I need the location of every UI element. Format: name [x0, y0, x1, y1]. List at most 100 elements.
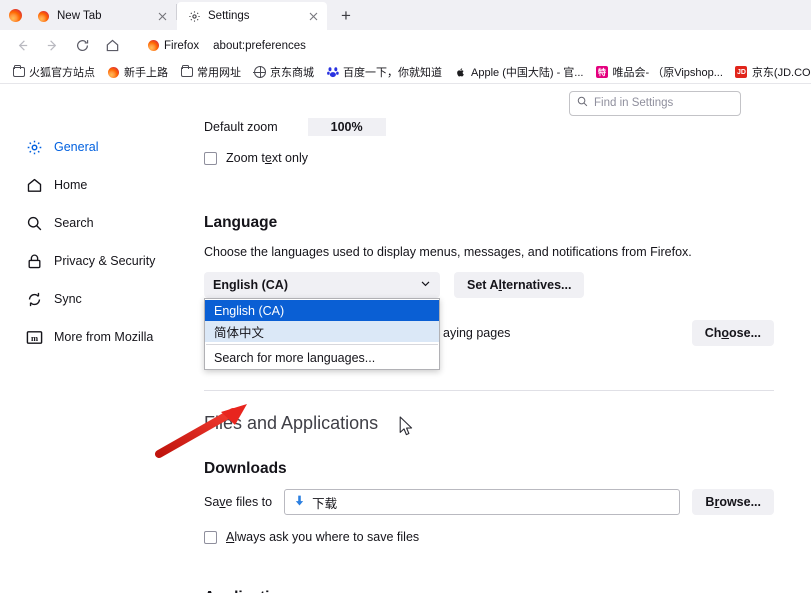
- language-section: Language Choose the languages used to di…: [204, 214, 811, 370]
- download-arrow-icon: [294, 495, 305, 509]
- baidu-paw-icon: [326, 66, 339, 79]
- firefox-logo-icon: [107, 66, 120, 79]
- address-bar[interactable]: Firefox about:preferences: [144, 33, 803, 59]
- vipshop-glyph: 特: [595, 66, 608, 78]
- home-button[interactable]: [98, 33, 126, 59]
- settings-sidebar: General Home Search Privacy & Security S…: [0, 122, 190, 593]
- url-text[interactable]: about:preferences: [205, 40, 306, 52]
- bookmark-item[interactable]: 火狐官方站点: [6, 62, 101, 82]
- site-identity-chip[interactable]: Firefox: [144, 37, 206, 54]
- firefox-app-icon: [4, 0, 26, 30]
- bookmark-label: 常用网址: [197, 67, 241, 79]
- files-and-applications-section: Files and Applications Downloads Save fi…: [204, 413, 811, 593]
- sidebar-item-label: Search: [54, 216, 94, 230]
- bookmark-item[interactable]: 百度一下，你就知道: [320, 62, 448, 82]
- always-ask-label: Always ask you where to save files: [226, 530, 420, 544]
- close-icon[interactable]: [154, 8, 170, 24]
- jd-icon: JD: [735, 66, 748, 79]
- navigation-toolbar: Firefox about:preferences: [0, 30, 811, 61]
- language-option-search-more[interactable]: Search for more languages...: [205, 347, 439, 368]
- plus-icon: +: [341, 5, 351, 25]
- language-dropdown-menu[interactable]: English (CA) 简体中文 Search for more langua…: [204, 298, 440, 370]
- search-placeholder: Find in Settings: [594, 97, 674, 109]
- always-ask-row[interactable]: Always ask you where to save files: [204, 530, 811, 544]
- svg-text:m: m: [31, 333, 38, 343]
- gear-icon: [187, 9, 201, 23]
- bookmark-label: 火狐官方站点: [29, 67, 95, 79]
- bookmark-label: 京东商城: [270, 67, 314, 79]
- browser-window: New Tab Settings + Firefox about:prefere…: [0, 0, 811, 593]
- sidebar-item-search[interactable]: Search: [0, 204, 190, 242]
- section-divider: [204, 390, 774, 391]
- jd-glyph: JD: [735, 66, 748, 78]
- forward-button[interactable]: [38, 33, 66, 59]
- search-input[interactable]: Find in Settings: [569, 90, 741, 116]
- bookmark-item[interactable]: 常用网址: [174, 62, 247, 82]
- language-select[interactable]: English (CA): [204, 272, 440, 298]
- bookmark-label: 新手上路: [124, 67, 168, 79]
- tab-label: New Tab: [57, 10, 102, 22]
- mouse-cursor: [399, 416, 414, 442]
- language-select-value: English (CA): [213, 278, 288, 292]
- browse-button[interactable]: Browse...: [692, 489, 774, 515]
- bookmark-item[interactable]: Apple (中国大陆) - 官...: [448, 62, 589, 82]
- language-select-row: English (CA) English (CA) 简体中文 Search fo…: [204, 272, 811, 370]
- choose-button[interactable]: Choose...: [691, 320, 774, 346]
- bookmark-label: 百度一下，你就知道: [343, 67, 442, 79]
- bookmark-label: 唯品会- （原Vipshop...: [612, 67, 723, 79]
- language-option-english-ca[interactable]: English (CA): [205, 300, 439, 321]
- bookmarks-toolbar: 火狐官方站点 新手上路 常用网址 京东商城 百度一下，你就知道 Apple (中…: [0, 61, 811, 84]
- sidebar-item-home[interactable]: Home: [0, 166, 190, 204]
- sidebar-item-label: Privacy & Security: [54, 254, 156, 268]
- always-ask-checkbox[interactable]: [204, 530, 217, 544]
- bookmark-item[interactable]: JD 京东(JD.COM)-正品...: [729, 62, 811, 82]
- globe-icon: [253, 65, 266, 79]
- tab-settings[interactable]: Settings: [177, 2, 327, 31]
- mozilla-m-icon: m: [26, 329, 43, 346]
- set-alternatives-button[interactable]: Set Alternatives...: [454, 272, 585, 298]
- sidebar-item-label: More from Mozilla: [54, 330, 154, 344]
- back-button[interactable]: [8, 33, 36, 59]
- bookmark-label: 京东(JD.COM)-正品...: [751, 67, 811, 79]
- settings-page: Find in Settings General Home Search Pri…: [0, 84, 811, 593]
- language-option-label: Search for more languages...: [214, 350, 376, 365]
- language-option-simplified-chinese[interactable]: 简体中文: [205, 321, 439, 342]
- zoom-text-only-checkbox[interactable]: [204, 151, 217, 165]
- language-description: Choose the languages used to display men…: [204, 245, 692, 259]
- settings-columns: General Home Search Privacy & Security S…: [0, 118, 811, 593]
- sidebar-item-more-from-mozilla[interactable]: m More from Mozilla: [0, 318, 190, 356]
- close-icon[interactable]: [305, 8, 321, 24]
- zoom-text-only-row[interactable]: Zoom text only: [204, 151, 811, 165]
- choose-label: Choose...: [704, 326, 761, 340]
- default-zoom-row: Default zoom 100%: [204, 118, 811, 136]
- sidebar-item-label: Home: [54, 178, 88, 192]
- default-zoom-label: Default zoom: [204, 120, 278, 134]
- sidebar-item-label: Sync: [54, 292, 82, 306]
- sidebar-item-sync[interactable]: Sync: [0, 280, 190, 318]
- sync-icon: [26, 291, 43, 308]
- tab-new-tab[interactable]: New Tab: [26, 2, 176, 30]
- gear-icon: [26, 139, 43, 156]
- chevron-down-icon: [420, 278, 431, 292]
- language-option-label: English (CA): [214, 303, 285, 318]
- bookmark-item[interactable]: 新手上路: [101, 62, 174, 82]
- search-icon: [577, 96, 588, 110]
- tab-label: Settings: [208, 10, 250, 22]
- download-path-input[interactable]: 下载: [284, 489, 681, 515]
- browse-label: Browse...: [705, 495, 761, 509]
- bookmark-item[interactable]: 特 唯品会- （原Vipshop...: [589, 62, 728, 82]
- new-tab-button[interactable]: +: [333, 2, 359, 28]
- firefox-logo-icon: [36, 9, 50, 23]
- bookmark-label: Apple (中国大陆) - 官...: [471, 67, 584, 79]
- apple-icon: [454, 66, 467, 79]
- bookmark-item[interactable]: 京东商城: [247, 62, 320, 82]
- search-icon: [26, 215, 43, 232]
- sidebar-item-privacy-security[interactable]: Privacy & Security: [0, 242, 190, 280]
- reload-button[interactable]: [68, 33, 96, 59]
- default-zoom-select[interactable]: 100%: [307, 118, 386, 136]
- red-arrow-annotation: [155, 402, 260, 465]
- dropdown-separator: [206, 344, 438, 345]
- sidebar-item-general[interactable]: General: [0, 128, 190, 166]
- save-files-row: Save files to 下载 Browse...: [204, 489, 811, 515]
- firefox-logo-icon: [148, 40, 159, 51]
